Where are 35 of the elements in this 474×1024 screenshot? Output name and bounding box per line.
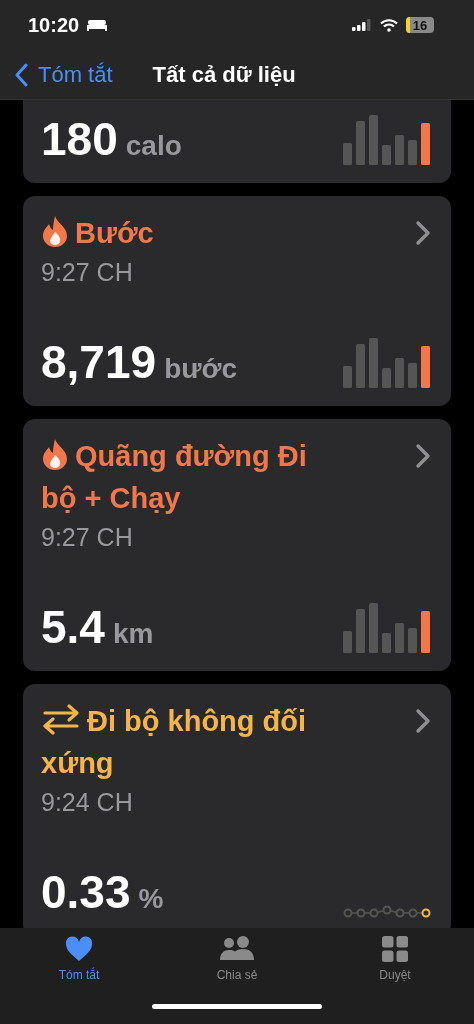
data-card[interactable]: 180 calo <box>23 100 451 183</box>
chevron-icon <box>415 220 431 246</box>
data-card[interactable]: Đi bộ không đối xứng 9:24 CH 0.33 % <box>23 684 451 928</box>
signal-icon <box>352 19 372 31</box>
battery-icon: 16 <box>406 17 434 33</box>
back-link[interactable]: Tóm tắt <box>14 61 113 88</box>
card-time: 9:27 CH <box>41 257 134 288</box>
card-value: 8,719 <box>41 336 157 388</box>
back-chevron-icon <box>14 62 28 87</box>
page-title: Tất cả dữ liệu <box>152 61 296 88</box>
chevron-icon <box>415 708 431 734</box>
chevron-icon <box>415 443 431 469</box>
card-value: 5.4 <box>41 601 105 653</box>
tab[interactable]: Chia sẻ <box>192 936 282 982</box>
data-card[interactable]: Quãng đường Đi bộ + Chạy 9:27 CH 5.4 km <box>23 419 451 671</box>
card-time: 9:27 CH <box>41 522 134 553</box>
card-unit: calo <box>125 129 182 163</box>
card-value: 180 <box>41 113 118 165</box>
card-title: Bước <box>75 217 154 249</box>
card-unit: bước <box>164 352 237 386</box>
people-icon <box>219 936 255 962</box>
card-title: Quãng đường Đi bộ + Chạy <box>41 440 307 514</box>
tab[interactable]: Tóm tắt <box>34 936 124 982</box>
tab[interactable]: Duyệt <box>350 936 440 982</box>
heart-icon <box>65 936 93 962</box>
bed-icon <box>87 19 108 31</box>
status-time: 10:20 <box>28 13 80 37</box>
card-unit: km <box>112 617 154 651</box>
wifi-icon <box>380 18 398 32</box>
card-title: Đi bộ không đối xứng <box>41 705 307 779</box>
grid-icon <box>382 936 408 962</box>
card-value: 0.33 <box>41 866 131 918</box>
card-unit: % <box>138 882 164 916</box>
data-card[interactable]: Bước 9:27 CH 8,719 bước <box>23 196 451 406</box>
card-time: 9:24 CH <box>41 787 134 818</box>
